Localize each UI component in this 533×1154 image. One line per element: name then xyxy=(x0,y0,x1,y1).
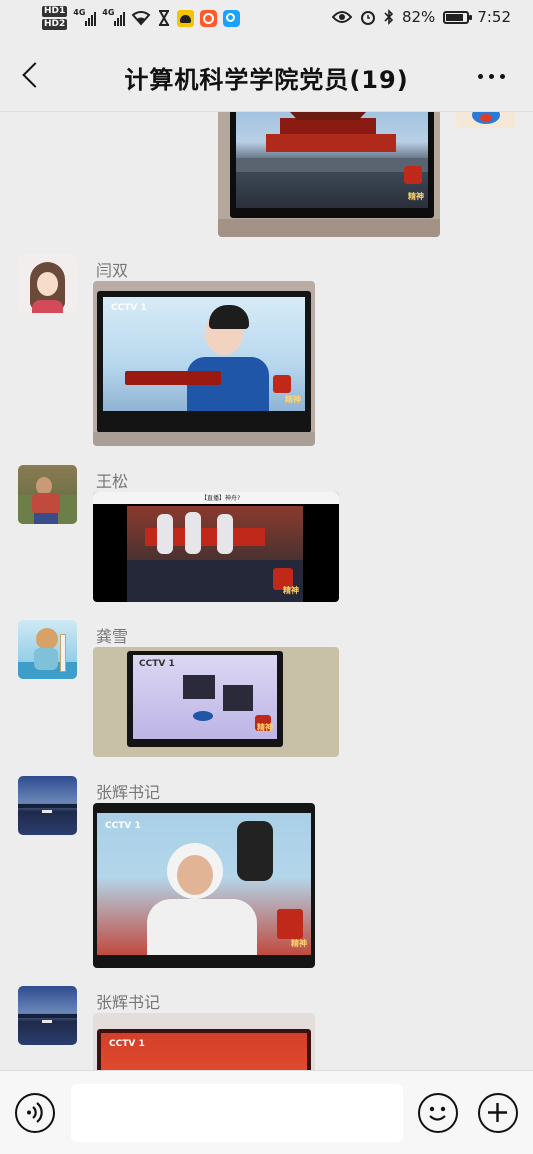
chat-title: 计算机科学学院党员(19) xyxy=(124,66,409,94)
cctv-logo: CCTV 1 xyxy=(111,303,147,313)
app-icon-orange xyxy=(200,9,218,27)
message-photo[interactable]: CCTV 1 精神 xyxy=(93,803,315,968)
alarm-icon xyxy=(360,11,375,25)
status-bar: HD1 HD2 4G 4G 82% 7:52 xyxy=(0,0,533,40)
message-photo[interactable]: CCTV 1 精神 xyxy=(93,1013,315,1070)
app-icon-blue xyxy=(223,9,241,27)
composer-bar xyxy=(0,1070,533,1154)
hd-badges: HD1 HD2 xyxy=(42,6,68,30)
sender-name: 张辉书记 xyxy=(96,993,161,1012)
chat-header: 计算机科学学院党员(19) xyxy=(0,40,533,112)
sender-name: 龚雪 xyxy=(96,627,129,646)
cctv-logo: CCTV 1 xyxy=(109,1039,145,1049)
net1-label: 4G xyxy=(73,8,86,17)
avatar[interactable] xyxy=(18,620,77,679)
hd2-badge: HD2 xyxy=(42,19,68,30)
eye-icon xyxy=(331,11,352,23)
sender-name: 闫双 xyxy=(96,261,129,280)
tv-watermark: 精神 xyxy=(408,192,424,201)
hourglass-icon xyxy=(159,10,170,26)
avatar[interactable] xyxy=(18,986,77,1045)
message-list[interactable]: 精神 闫双 CCTV 1 精神 王松 【直播】神舟? 精神 龚雪 CCTV 1 … xyxy=(0,112,533,1070)
message-input[interactable] xyxy=(71,1084,403,1142)
avatar[interactable] xyxy=(18,776,77,835)
notification-app-icon xyxy=(177,9,195,27)
status-left: HD1 HD2 4G 4G xyxy=(42,6,241,30)
sender-name: 张辉书记 xyxy=(96,783,161,802)
phone-header-text: 【直播】神舟? xyxy=(201,495,241,502)
cctv-logo: CCTV 1 xyxy=(139,659,175,669)
tv-watermark: 精神 xyxy=(257,723,273,732)
signal-2-icon: 4G xyxy=(102,8,126,26)
avatar[interactable] xyxy=(456,112,515,128)
more-options-icon[interactable] xyxy=(478,74,505,79)
emoji-icon[interactable] xyxy=(418,1093,458,1133)
add-attachment-icon[interactable] xyxy=(478,1093,518,1133)
message-photo[interactable]: 【直播】神舟? 精神 xyxy=(93,492,339,602)
battery-icon xyxy=(443,10,473,24)
message-photo[interactable]: CCTV 1 精神 xyxy=(93,647,339,757)
status-right: 82% 7:52 xyxy=(331,8,511,26)
tv-watermark: 精神 xyxy=(285,395,301,404)
clock: 7:52 xyxy=(477,8,511,26)
message-photo[interactable]: CCTV 1 精神 xyxy=(93,281,315,446)
battery-percent: 82% xyxy=(401,8,436,26)
message-photo[interactable]: 精神 xyxy=(218,112,440,237)
wifi-icon xyxy=(131,11,151,26)
signal-1-icon: 4G xyxy=(73,8,97,26)
tv-watermark: 精神 xyxy=(283,586,299,595)
tv-watermark: 精神 xyxy=(291,939,307,948)
voice-input-icon[interactable] xyxy=(15,1093,55,1133)
bluetooth-icon xyxy=(384,9,394,25)
avatar[interactable] xyxy=(18,465,77,524)
cctv-logo: CCTV 1 xyxy=(105,821,141,831)
avatar[interactable] xyxy=(18,254,77,313)
sender-name: 王松 xyxy=(96,472,129,491)
hd1-badge: HD1 xyxy=(42,6,68,17)
net2-label: 4G xyxy=(102,8,115,17)
